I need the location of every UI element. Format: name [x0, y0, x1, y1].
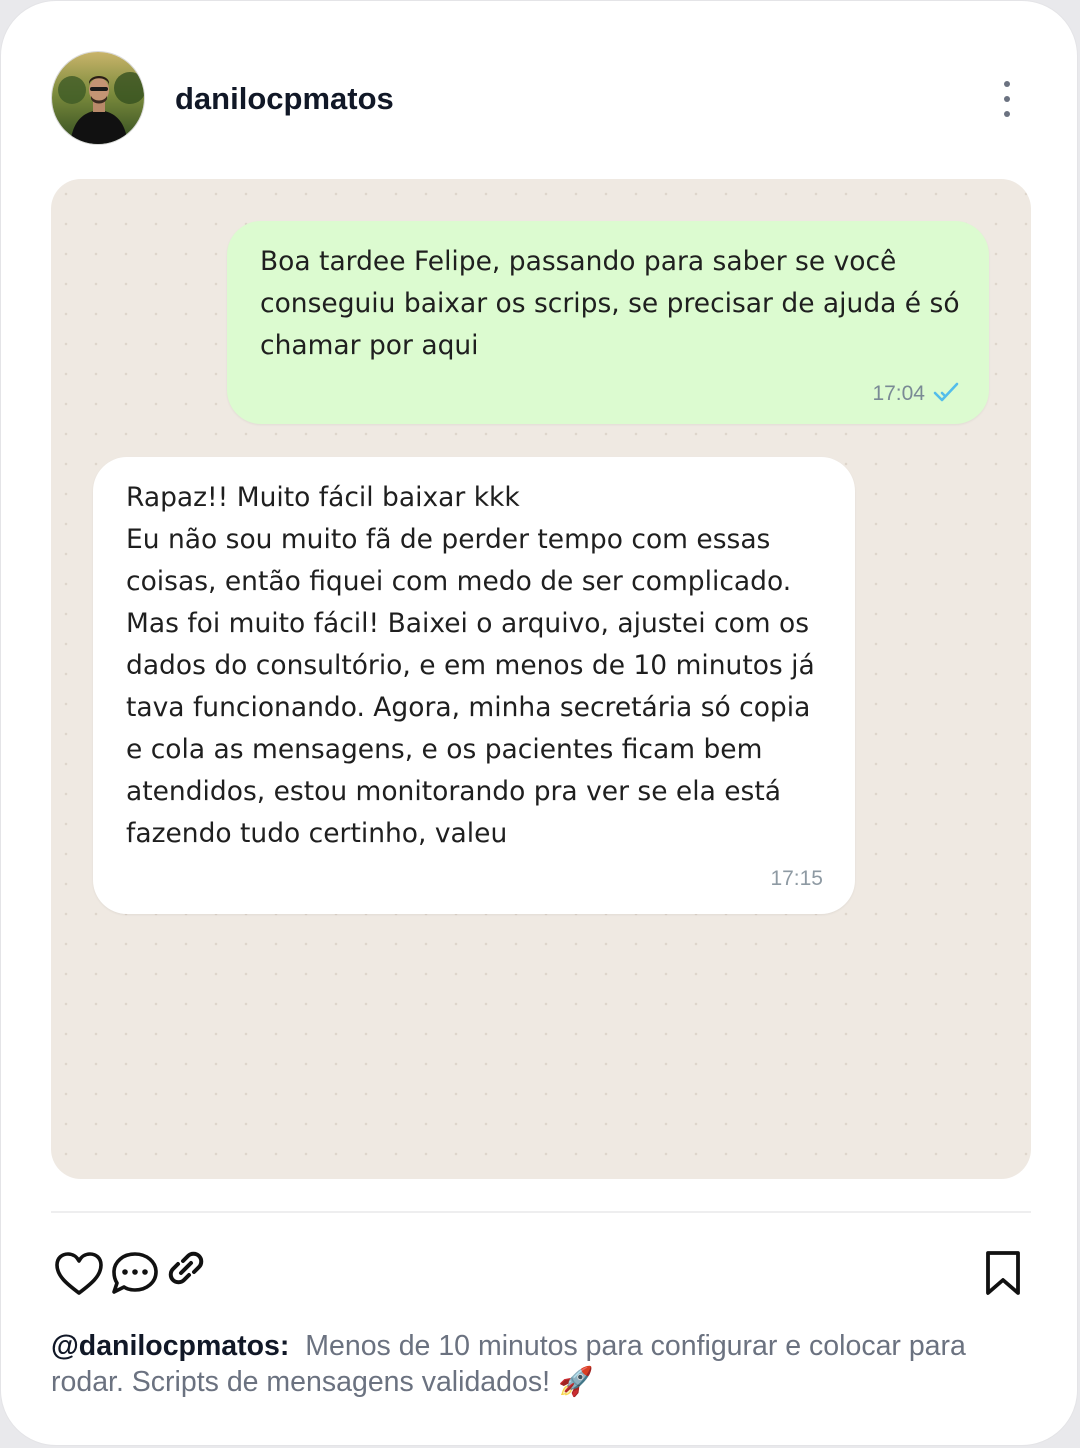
- incoming-message-time: 17:15: [770, 867, 823, 890]
- post-username[interactable]: danilocpmatos: [175, 81, 394, 117]
- bookmark-icon[interactable]: [983, 1249, 1023, 1297]
- post-caption: @danilocpmatos: Menos de 10 minutos para…: [51, 1328, 1021, 1400]
- outgoing-message-time: 17:04: [872, 382, 925, 405]
- avatar[interactable]: [51, 51, 145, 145]
- post-card: danilocpmatos Boa tardee Felipe, passand…: [0, 0, 1078, 1446]
- more-vertical-icon: [1004, 81, 1010, 87]
- outgoing-message-bubble: Boa tardee Felipe, passando para saber s…: [227, 221, 989, 424]
- avatar-photo: [52, 52, 144, 144]
- incoming-message-text: Rapaz!! Muito fácil baixar kkk Eu não so…: [126, 482, 815, 849]
- outgoing-message-text: Boa tardee Felipe, passando para saber s…: [260, 246, 960, 361]
- link-icon[interactable]: [165, 1247, 207, 1289]
- post-header: danilocpmatos: [51, 51, 1031, 147]
- heart-icon[interactable]: [53, 1251, 105, 1297]
- more-dot: [1004, 111, 1010, 117]
- caption-username[interactable]: @danilocpmatos:: [51, 1330, 289, 1362]
- post-actions: [51, 1245, 1031, 1301]
- incoming-message-bubble: Rapaz!! Muito fácil baixar kkk Eu não so…: [93, 457, 855, 914]
- chat-screenshot: Boa tardee Felipe, passando para saber s…: [51, 179, 1031, 1179]
- comment-icon[interactable]: [109, 1251, 161, 1297]
- more-options-button[interactable]: [995, 79, 1019, 119]
- read-check-icon: [933, 382, 959, 402]
- more-dot: [1004, 96, 1010, 102]
- divider: [51, 1211, 1031, 1213]
